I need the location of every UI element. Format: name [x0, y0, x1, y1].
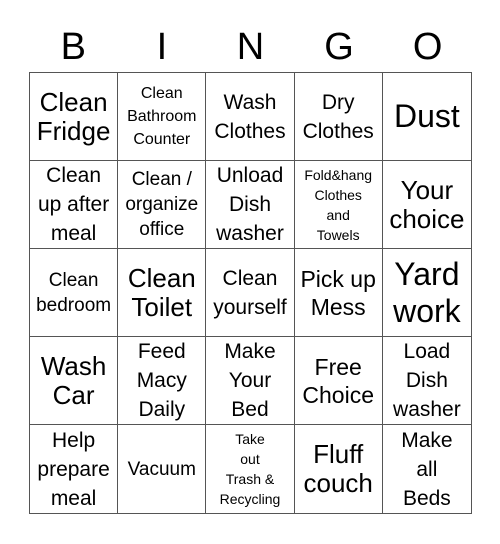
bingo-cell-label: Unload Dish washer: [216, 164, 284, 245]
bingo-grid: Clean Fridge Clean Bathroom Counter Wash C…: [29, 72, 472, 514]
bingo-cell-label: Clean yourself: [213, 266, 287, 319]
header-letter-i: I: [156, 26, 168, 68]
bingo-cell-label: Wash Car: [40, 350, 107, 410]
bingo-cell-label: Clean Toilet: [127, 262, 196, 322]
bingo-cell-label: Clean Bathroom Counter: [127, 85, 197, 148]
bingo-cell-label: Fold&hang Clothes and Towels: [304, 166, 373, 243]
bingo-cell[interactable]: Fold&hang Clothes and Towels: [294, 161, 383, 249]
bingo-cell[interactable]: Clean Bathroom Counter: [118, 73, 207, 161]
bingo-cell[interactable]: Clean up after meal: [30, 161, 119, 249]
bingo-cell[interactable]: Take out Trash & Recycling: [206, 425, 295, 513]
bingo-cell[interactable]: Clean yourself: [206, 249, 295, 337]
header-letter-o: O: [412, 26, 443, 68]
bingo-cell[interactable]: Clean Toilet: [118, 249, 207, 337]
bingo-cell[interactable]: Clean bedroom: [30, 249, 119, 337]
bingo-cell-label: Clean up after meal: [37, 164, 110, 245]
bingo-cell-label: Make all Beds: [401, 428, 453, 510]
bingo-cell[interactable]: Clean Fridge: [30, 73, 119, 161]
bingo-cell[interactable]: Fluff couch: [295, 425, 383, 513]
bingo-cell[interactable]: Vacuum: [118, 425, 207, 513]
bingo-cell[interactable]: Free Choice: [294, 337, 383, 425]
header-letter-g: G: [324, 26, 354, 68]
bingo-cell-label: Clean Fridge: [36, 86, 111, 146]
bingo-cell-label: Vacuum: [127, 458, 196, 480]
bingo-cell-label: Wash Clothes: [214, 90, 286, 143]
bingo-cell-label: Clean / organize office: [125, 169, 199, 240]
bingo-cell[interactable]: Yard work: [382, 249, 471, 337]
bingo-cell[interactable]: Your choice: [382, 161, 471, 249]
bingo-cell[interactable]: Clean / organize office: [118, 161, 207, 249]
bingo-cell-label: Feed Macy Daily: [136, 340, 187, 421]
header-letter-b: B: [60, 26, 86, 68]
bingo-cell[interactable]: Dry Clothes: [294, 73, 383, 161]
bingo-cell[interactable]: Wash Car: [30, 337, 119, 425]
bingo-cell[interactable]: Unload Dish washer: [206, 161, 295, 249]
bingo-header: B I N G O: [29, 22, 472, 72]
bingo-cell-label: Make Your Bed: [224, 340, 276, 421]
bingo-cell[interactable]: Make all Beds: [383, 425, 471, 513]
bingo-cell-label: Free Choice: [302, 353, 374, 408]
bingo-cell[interactable]: Load Dish washer: [382, 337, 471, 425]
bingo-cell-label: Fluff couch: [303, 439, 373, 498]
bingo-cell-label: Yard work: [393, 255, 461, 329]
bingo-cell-label: Your choice: [389, 174, 465, 234]
bingo-cell-label: Clean bedroom: [36, 269, 112, 316]
bingo-cell[interactable]: Pick up Mess: [294, 249, 383, 337]
header-letter-n: N: [236, 26, 265, 68]
bingo-cell-label: Load Dish washer: [393, 340, 461, 421]
bingo-cell-label: Dry Clothes: [302, 90, 374, 143]
bingo-cell-label: Pick up Mess: [300, 265, 376, 320]
bingo-cell[interactable]: Make Your Bed: [206, 337, 295, 425]
bingo-cell[interactable]: Wash Clothes: [206, 73, 295, 161]
bingo-cell-label: Help prepare meal: [37, 428, 110, 510]
bingo-cell[interactable]: Feed Macy Daily: [118, 337, 207, 425]
bingo-cell[interactable]: Help prepare meal: [30, 425, 119, 513]
bingo-cell-label: Dust: [393, 98, 460, 134]
bingo-cell[interactable]: Dust: [382, 73, 471, 161]
bingo-cell-label: Take out Trash & Recycling: [219, 431, 281, 507]
